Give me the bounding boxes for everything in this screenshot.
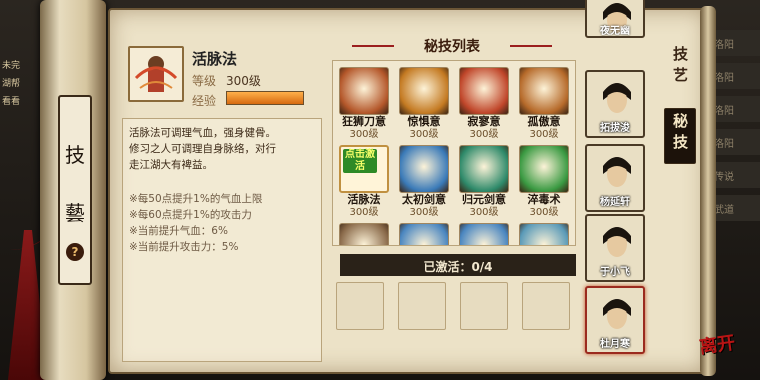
tab-char: 藝 <box>65 201 85 225</box>
activate-tag[interactable]: 点击激活 <box>343 149 377 173</box>
secret-skill-icon <box>399 145 449 193</box>
effect-line: ※每60点提升1%的攻击力 <box>129 209 252 221</box>
secret-skill-icon <box>519 67 569 115</box>
secret-skill-icon <box>459 145 509 193</box>
character-name: 杨延轩 <box>600 197 630 208</box>
secret-skill-cell[interactable]: 太初剑意 300级 <box>397 143 451 218</box>
secret-skill-grid: 狂狮刀意 300级 惊惧意 300级 寂寥意 300级 孤傲意 300级点击激活 活脉法 300级… <box>332 60 576 246</box>
exp-label: 经验 <box>192 94 217 108</box>
list-title-bar: 秘技列表 <box>352 34 552 58</box>
level-label: 等级 <box>192 74 217 88</box>
secret-skill-icon <box>459 223 509 245</box>
secret-skill-icon <box>339 223 389 245</box>
character-card[interactable]: 于小飞 <box>585 214 645 282</box>
secret-skill-icon <box>459 67 509 115</box>
secret-skill-cell[interactable]: 淬毒术 300级 <box>517 143 571 218</box>
secret-skill-cell[interactable]: 孤傲意 300级 <box>517 65 571 140</box>
secret-skill-cell[interactable] <box>457 221 511 245</box>
effect-line: ※当前提升气血：6% <box>129 225 228 237</box>
scroll-roller-right <box>700 6 716 376</box>
active-slot[interactable] <box>460 282 508 330</box>
tab-char: 技 <box>65 143 85 167</box>
secret-skill-icon <box>399 67 449 115</box>
secret-skill-cell[interactable]: 狂狮刀意 300级 <box>337 65 391 140</box>
secret-skill-cell[interactable] <box>517 221 571 245</box>
description-line: 修习之人可调理自身脉络，对行 <box>129 143 276 155</box>
character-card[interactable]: 杨延轩 <box>585 144 645 212</box>
skill-category-tab[interactable]: 技 藝 ? <box>58 95 92 285</box>
exp-fill <box>227 92 303 104</box>
secret-skill-level: 300级 <box>469 207 499 218</box>
character-name: 杜月寒 <box>600 339 630 350</box>
secret-skill-cell[interactable]: 点击激活 活脉法 300级 <box>337 143 391 218</box>
secret-skill-icon <box>339 67 389 115</box>
description-line: 活脉法可调理气血，强身健骨。 <box>129 127 276 139</box>
secret-skill-level: 300级 <box>469 129 499 140</box>
character-card[interactable]: 拓拔浚 <box>585 70 645 138</box>
secret-skill-cell[interactable] <box>337 221 391 245</box>
secret-skill-cell[interactable]: 惊惧意 300级 <box>397 65 451 140</box>
tab-skills-label: 技艺 <box>671 46 689 88</box>
skill-portrait-icon <box>128 46 184 102</box>
secret-skill-level: 300级 <box>529 129 559 140</box>
tab-skills[interactable]: 技艺 <box>664 44 696 92</box>
secret-skill-level: 300级 <box>349 207 379 218</box>
secret-skill-icon <box>519 145 569 193</box>
description-line: 走江湖大有裨益。 <box>129 159 213 171</box>
secret-skill-icon <box>399 223 449 245</box>
skill-description-box: 活脉法可调理气血，强身健骨。 修习之人可调理自身脉络，对行 走江湖大有裨益。 ※… <box>122 118 322 362</box>
active-slot[interactable] <box>398 282 446 330</box>
title-divider-right <box>510 45 552 47</box>
active-slot[interactable] <box>522 282 570 330</box>
level-value: 300级 <box>226 74 261 88</box>
activated-bar: 已激活：0/4 <box>340 254 576 276</box>
secret-skill-level: 300级 <box>409 129 439 140</box>
title-divider-left <box>352 45 394 47</box>
help-icon[interactable]: ? <box>66 243 84 261</box>
secret-skill-level: 300级 <box>529 207 559 218</box>
list-title: 秘技列表 <box>424 39 480 55</box>
character-list: 夜无幽拓拔浚杨延轩于小飞杜月寒 <box>585 0 647 370</box>
secret-skill-icon <box>519 223 569 245</box>
secret-skill-cell[interactable] <box>397 221 451 245</box>
activated-count: 已激活：0/4 <box>423 260 493 274</box>
character-name: 夜无幽 <box>600 26 630 37</box>
tab-secret-skills[interactable]: 秘技 <box>664 108 696 164</box>
tab-secret-skills-label: 秘技 <box>671 113 689 155</box>
character-portrait <box>603 157 631 187</box>
effect-list: ※每50点提升1%的气血上限 ※每60点提升1%的攻击力 ※当前提升气血：6% … <box>129 191 315 255</box>
active-slot[interactable] <box>336 282 384 330</box>
secret-skill-level: 300级 <box>349 129 379 140</box>
secret-skill-cell[interactable]: 寂寥意 300级 <box>457 65 511 140</box>
character-portrait <box>603 227 631 257</box>
character-portrait <box>603 299 631 329</box>
character-name: 拓拔浚 <box>600 123 630 134</box>
exp-bar <box>226 91 304 105</box>
character-portrait <box>603 83 631 113</box>
secret-skill-cell[interactable]: 归元剑意 300级 <box>457 143 511 218</box>
effect-line: ※当前提升攻击力：5% <box>129 241 239 253</box>
skill-name: 活脉法 <box>192 50 238 68</box>
game-logo: 离开 <box>697 332 737 359</box>
effect-line: ※每50点提升1%的气血上限 <box>129 193 263 205</box>
character-card[interactable]: 夜无幽 <box>585 0 645 38</box>
secret-skill-level: 300级 <box>409 207 439 218</box>
character-name: 于小飞 <box>600 267 630 278</box>
character-card[interactable]: 杜月寒 <box>585 286 645 354</box>
